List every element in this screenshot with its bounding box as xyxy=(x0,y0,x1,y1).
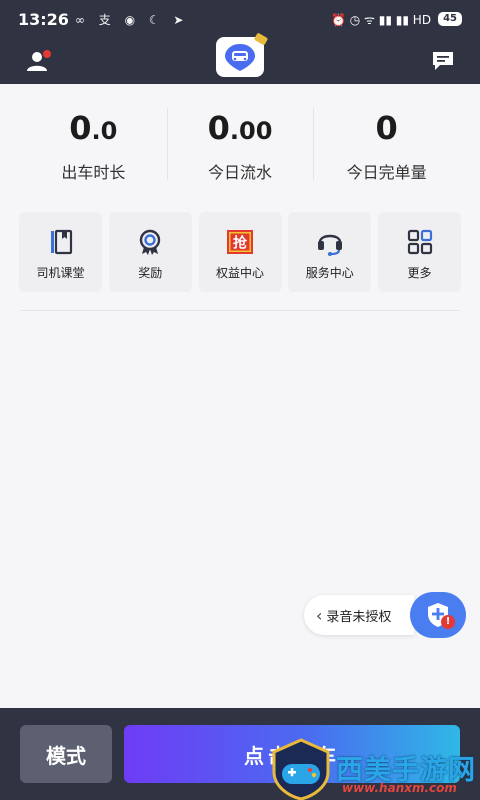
stat-value: 0.0 xyxy=(69,109,118,147)
book-icon xyxy=(46,227,76,257)
recording-label: 录音未授权 xyxy=(326,609,392,625)
feature-menu: 司机课堂 奖励 抢 权益中心 服务中心 更多 xyxy=(19,212,461,294)
mode-button[interactable]: 模式 xyxy=(20,725,112,783)
message-button[interactable] xyxy=(426,46,460,76)
stat-label: 出车时长 xyxy=(61,163,126,182)
stat-today-orders: 0 今日完单量 xyxy=(313,100,460,190)
daily-stats: 0.0 出车时长 0.00 今日流水 0 今日完单量 xyxy=(20,100,460,190)
menu-benefits-center[interactable]: 抢 权益中心 xyxy=(198,212,282,292)
watermark-url: www.hanxm.com xyxy=(342,781,457,795)
menu-driver-class[interactable]: 司机课堂 xyxy=(19,212,102,292)
menu-label: 服务中心 xyxy=(305,266,354,280)
stat-value: 0.00 xyxy=(207,109,273,147)
menu-label: 更多 xyxy=(407,266,432,280)
status-left-icons: ∞ 支 ◉ ☾ ➤ xyxy=(74,12,189,27)
user-button[interactable] xyxy=(22,46,56,76)
user-icon xyxy=(27,50,51,71)
chevron-left-icon: ‹ xyxy=(316,605,323,625)
recording-shield-button[interactable] xyxy=(410,592,466,638)
stat-today-revenue: 0.00 今日流水 xyxy=(166,100,314,190)
medal-icon xyxy=(135,227,165,257)
menu-label: 司机课堂 xyxy=(36,266,85,280)
headset-icon xyxy=(315,227,345,257)
recording-permission-pill[interactable]: ‹ 录音未授权 xyxy=(304,595,414,635)
car-logo-icon xyxy=(225,44,255,71)
app-logo xyxy=(216,32,269,77)
gamepad-watermark-icon xyxy=(272,738,330,800)
menu-label: 奖励 xyxy=(138,266,163,280)
stat-online-duration: 0.0 出车时长 xyxy=(20,100,167,190)
stat-value: 0 xyxy=(375,109,398,147)
status-bar: 13:26 ∞ 支 ◉ ☾ ➤ ⏰ ◷ ᯤ ▮▮ ▮▮ HD 45 xyxy=(0,0,480,38)
status-right-icons: ⏰ ◷ ᯤ ▮▮ ▮▮ HD xyxy=(330,12,432,27)
app-header xyxy=(0,32,480,84)
recording-alert-badge: ! xyxy=(441,615,455,629)
message-icon xyxy=(433,52,453,70)
status-right: ⏰ ◷ ᯤ ▮▮ ▮▮ HD 45 xyxy=(331,11,462,28)
svg-text:抢: 抢 xyxy=(233,235,248,252)
section-divider xyxy=(20,310,460,311)
grab-badge-icon: 抢 xyxy=(225,227,255,257)
status-time: 13:26 xyxy=(18,9,69,29)
menu-service-center[interactable]: 服务中心 xyxy=(288,212,372,292)
battery-icon: 45 xyxy=(438,12,462,26)
stat-label: 今日流水 xyxy=(208,163,273,182)
stat-label: 今日完单量 xyxy=(346,163,427,182)
menu-label: 权益中心 xyxy=(215,266,264,280)
grid-icon xyxy=(405,227,435,257)
menu-rewards[interactable]: 奖励 xyxy=(108,212,192,292)
menu-more[interactable]: 更多 xyxy=(378,212,461,292)
